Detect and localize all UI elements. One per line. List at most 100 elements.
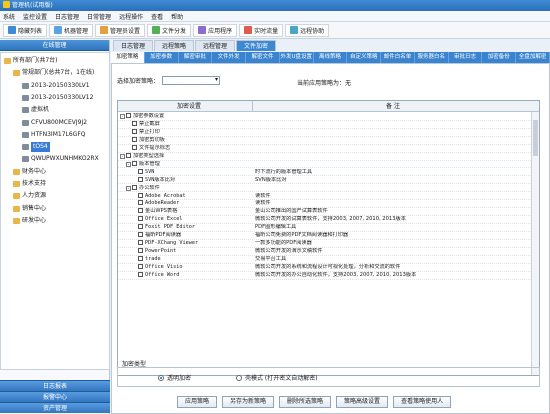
expander-icon[interactable]: - <box>120 114 125 119</box>
grid-row-label: 加密剪切板 <box>139 136 165 143</box>
sub-tab-11[interactable]: 加密备份 <box>482 52 517 63</box>
grid-header-note[interactable]: 备 注 <box>253 101 533 112</box>
row-checkbox[interactable] <box>138 176 143 182</box>
tree-node-11[interactable]: 人力资源 <box>13 191 46 201</box>
row-checkbox[interactable] <box>132 144 137 150</box>
action-button-0[interactable]: 应用策略 <box>177 396 218 408</box>
encryption-option-1[interactable]: 壳模式 (打开密文自动解密) <box>236 373 318 382</box>
tree-node-label: 虚拟机 <box>31 106 50 114</box>
row-checkbox[interactable] <box>132 120 137 126</box>
sub-tab-2[interactable]: 解密审批 <box>179 52 213 63</box>
row-checkbox[interactable] <box>132 128 137 134</box>
sub-tab-12[interactable]: 全盘加解密 <box>516 52 550 63</box>
sub-tab-9[interactable]: 服务器白名单 <box>415 52 449 71</box>
sub-tab-6[interactable]: 离线策略 <box>314 52 348 63</box>
toolbar-button-4[interactable]: 应用程序 <box>193 23 238 37</box>
sub-tab-5[interactable]: 外发U盘设置 <box>280 52 314 63</box>
strategy-select[interactable] <box>162 76 221 85</box>
tree-node-2[interactable]: 2013-20150330LV1 <box>22 81 90 91</box>
menu-item-1[interactable]: 监控设置 <box>23 12 47 21</box>
toolbar-button-6[interactable]: 远程协助 <box>285 23 330 37</box>
row-checkbox[interactable] <box>138 240 143 246</box>
menu-item-3[interactable]: 日常管理 <box>87 12 111 21</box>
main-tab-1[interactable]: 远程策略 <box>154 40 195 51</box>
tree-node-3[interactable]: 2013-20150330LV12 <box>22 93 93 103</box>
footer-alarm-center[interactable]: 报警中心 <box>0 391 110 402</box>
main-tab-3[interactable]: 文件加密 <box>236 40 277 51</box>
row-checkbox[interactable] <box>138 272 143 277</box>
row-checkbox[interactable] <box>138 232 143 238</box>
row-checkbox[interactable] <box>126 152 131 158</box>
encryption-option-0[interactable]: 透明加密 <box>158 373 191 382</box>
row-checkbox[interactable] <box>138 192 143 198</box>
toolbar-button-0[interactable]: 隐藏列表 <box>3 23 48 37</box>
grid-cell-note <box>255 185 530 193</box>
action-button-1[interactable]: 另存为新策略 <box>222 396 275 408</box>
radio-button[interactable] <box>236 374 243 381</box>
sub-tab-7[interactable]: 自定义策略 <box>347 52 382 63</box>
grid-cell-setting: trade <box>118 256 253 264</box>
row-checkbox[interactable] <box>138 216 143 222</box>
footer-log-report[interactable]: 日志报表 <box>0 380 110 391</box>
tree-node-5[interactable]: CFVU800MCEVJ9J2 <box>22 118 87 128</box>
row-checkbox[interactable] <box>138 224 143 230</box>
sub-tab-3[interactable]: 文件外发 <box>212 52 247 63</box>
row-checkbox[interactable] <box>138 264 143 270</box>
sub-tab-10[interactable]: 审批日志 <box>449 52 483 63</box>
computer-icon <box>22 107 29 114</box>
grid-header-settings[interactable]: 加密设置 <box>126 101 253 112</box>
menu-item-0[interactable]: 系统 <box>3 12 15 21</box>
grid-row-label: Foxit PDF Editor <box>145 224 195 231</box>
sub-tab-4[interactable]: 解密文件 <box>246 52 280 63</box>
radio-button[interactable] <box>158 374 164 381</box>
main-tab-2[interactable]: 远程管理 <box>195 40 236 51</box>
grid-cell-note: SVN版本比对 <box>255 176 287 183</box>
row-checkbox[interactable] <box>132 184 137 190</box>
grid-row-label: 版本管理 <box>139 160 160 167</box>
online-manage-header[interactable]: 在线管理 <box>0 40 109 51</box>
row-checkbox[interactable] <box>138 248 143 254</box>
tree-node-4[interactable]: 虚拟机 <box>22 105 49 115</box>
tree-node-0[interactable]: 所有部门(共7台) <box>4 56 58 66</box>
sub-tab-0[interactable]: 加密策略 <box>111 52 145 63</box>
menu-item-6[interactable]: 帮助 <box>171 12 183 21</box>
main-tab-0[interactable]: 日志管理 <box>113 40 154 51</box>
tree-node-9[interactable]: 财务中心 <box>13 167 46 177</box>
grid-scrollbar[interactable] <box>531 112 539 375</box>
tree-node-13[interactable]: 研发中心 <box>13 216 46 226</box>
expander-icon[interactable]: - <box>120 153 125 159</box>
expander-icon[interactable]: - <box>126 161 131 167</box>
grid-row: - 加密类型选择 <box>118 152 533 161</box>
row-checkbox[interactable] <box>132 136 137 142</box>
row-checkbox[interactable] <box>132 160 137 166</box>
action-button-4[interactable]: 查看策略使用人 <box>393 396 452 408</box>
tree-node-1[interactable]: 常规部门(总共7台，1在线) <box>13 68 94 78</box>
sub-tab-8[interactable]: 邮件白名单 <box>381 52 415 63</box>
footer-asset-manage[interactable]: 资产管理 <box>0 402 110 413</box>
toolbar-button-3[interactable]: 文件分发 <box>147 23 192 37</box>
tree-node-6[interactable]: HTFN3IM17L6GFQ <box>22 130 86 140</box>
toolbar-button-5[interactable]: 实时流量 <box>239 23 284 37</box>
expander-icon[interactable]: - <box>126 185 131 191</box>
menu-item-4[interactable]: 远程操作 <box>119 12 143 21</box>
tree-node-label: 销售中心 <box>22 204 47 212</box>
toolbar-button-2[interactable]: 管理员设置 <box>95 23 146 37</box>
action-button-2[interactable]: 删除所选策略 <box>279 396 332 408</box>
tree-node-8[interactable]: QWUPWXUNHMKO2RX <box>22 154 99 164</box>
row-checkbox[interactable] <box>138 168 143 174</box>
menu-item-2[interactable]: 日志管理 <box>55 12 79 21</box>
row-checkbox[interactable] <box>138 208 143 214</box>
sub-tab-1[interactable]: 加密参数 <box>145 52 179 63</box>
tree-node-10[interactable]: 技术支持 <box>13 179 46 189</box>
menu-item-5[interactable]: 查看 <box>151 12 163 21</box>
row-checkbox[interactable] <box>138 200 143 206</box>
row-checkbox[interactable] <box>126 113 131 118</box>
row-checkbox[interactable] <box>138 256 143 262</box>
toolbar-button-1[interactable]: 机器管理 <box>49 23 94 37</box>
action-button-3[interactable]: 策略高级设置 <box>336 396 389 408</box>
department-tree[interactable]: 所有部门(共7台) 常规部门(总共7台，1在线) 2013-20150330LV1 2… <box>0 52 110 370</box>
tree-node-7[interactable]: tOS4 <box>22 142 50 153</box>
scrollbar-thumb[interactable] <box>533 120 538 156</box>
tree-node-12[interactable]: 销售中心 <box>13 204 46 214</box>
encryption-option-label: 透明加密 <box>167 374 192 382</box>
